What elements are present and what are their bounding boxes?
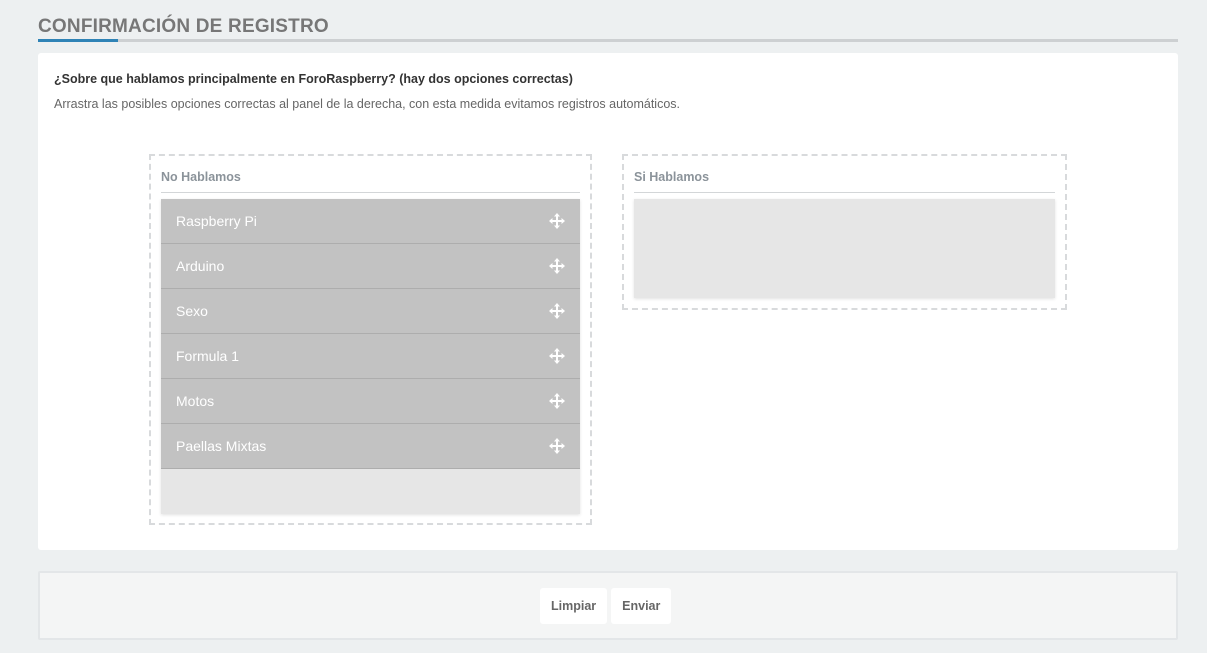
captcha-instruction: Arrastra las posibles opciones correctas…	[54, 97, 681, 111]
form-actions: Limpiar Enviar	[38, 571, 1178, 640]
item-label: Sexo	[176, 303, 208, 319]
si-hablamos-list[interactable]	[634, 199, 1055, 298]
move-icon[interactable]	[549, 258, 565, 274]
item-label: Raspberry Pi	[176, 213, 257, 229]
draggable-item-raspberry-pi[interactable]: Raspberry Pi	[161, 199, 580, 244]
captcha-card: ¿Sobre que hablamos principalmente en Fo…	[38, 53, 1178, 550]
no-hablamos-title: No Hablamos	[161, 166, 580, 193]
no-hablamos-list[interactable]: Raspberry Pi Arduino Sexo Formula 1 Moto…	[161, 199, 580, 514]
item-label: Motos	[176, 393, 215, 409]
clear-button[interactable]: Limpiar	[540, 588, 608, 624]
draggable-item-arduino[interactable]: Arduino	[161, 244, 580, 289]
item-label: Paellas Mixtas	[176, 438, 267, 454]
header-accent-bar	[38, 39, 118, 42]
move-icon[interactable]	[549, 438, 565, 454]
page-header: CONFIRMACIÓN DE REGISTRO	[38, 14, 1178, 44]
button-group: Limpiar Enviar	[540, 588, 672, 624]
si-hablamos-title: Si Hablamos	[634, 166, 1055, 193]
captcha-question: ¿Sobre que hablamos principalmente en Fo…	[54, 72, 573, 86]
no-hablamos-dropzone[interactable]: No Hablamos Raspberry Pi Arduino Sexo Fo…	[149, 154, 592, 525]
header-divider	[38, 39, 1178, 42]
draggable-item-paellas-mixtas[interactable]: Paellas Mixtas	[161, 424, 580, 469]
draggable-item-sexo[interactable]: Sexo	[161, 289, 580, 334]
item-label: Arduino	[176, 258, 225, 274]
submit-button[interactable]: Enviar	[611, 588, 672, 624]
item-label: Formula 1	[176, 348, 240, 364]
draggable-item-formula-1[interactable]: Formula 1	[161, 334, 580, 379]
move-icon[interactable]	[549, 348, 565, 364]
move-icon[interactable]	[549, 303, 565, 319]
si-hablamos-dropzone[interactable]: Si Hablamos	[622, 154, 1067, 310]
move-icon[interactable]	[549, 213, 565, 229]
move-icon[interactable]	[549, 393, 565, 409]
page-title: CONFIRMACIÓN DE REGISTRO	[38, 16, 329, 37]
draggable-item-motos[interactable]: Motos	[161, 379, 580, 424]
